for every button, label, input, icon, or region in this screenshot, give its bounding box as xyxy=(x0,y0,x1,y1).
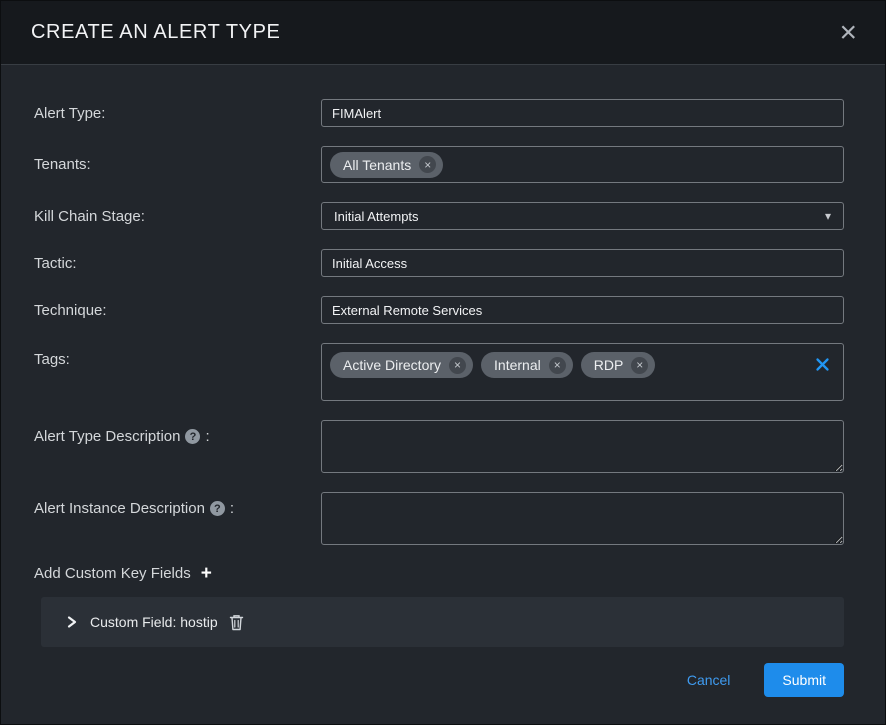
tactic-label: Tactic: xyxy=(34,255,321,272)
kill-chain-stage-label: Kill Chain Stage: xyxy=(34,208,321,225)
chip-remove-icon[interactable]: × xyxy=(549,357,566,374)
technique-label: Technique: xyxy=(34,302,321,319)
clear-tags-icon[interactable] xyxy=(814,356,831,373)
help-icon[interactable]: ? xyxy=(210,501,225,516)
kill-chain-stage-value: Initial Attempts xyxy=(334,209,419,224)
tenant-chip-label: All Tenants xyxy=(343,155,411,175)
alert-type-input[interactable] xyxy=(321,99,844,127)
tags-label: Tags: xyxy=(34,343,321,368)
alert-type-description-row: Alert Type Description ? : xyxy=(34,420,844,473)
alert-instance-description-label: Alert Instance Description xyxy=(34,500,205,517)
modal-title: CREATE AN ALERT TYPE xyxy=(31,21,281,44)
chevron-right-icon[interactable] xyxy=(65,615,79,629)
chip-remove-icon[interactable]: × xyxy=(419,156,436,173)
alert-type-description-input[interactable] xyxy=(321,420,844,473)
submit-button[interactable]: Submit xyxy=(764,663,844,697)
tag-chip-label: RDP xyxy=(594,355,624,375)
technique-row: Technique: xyxy=(34,296,844,324)
modal-body: Alert Type: Tenants: All Tenants × Kill … xyxy=(1,65,885,697)
cancel-button[interactable]: Cancel xyxy=(681,671,737,689)
tenants-row: Tenants: All Tenants × xyxy=(34,146,844,183)
modal-actions: Cancel Submit xyxy=(34,663,844,697)
tenant-chip: All Tenants × xyxy=(330,152,443,178)
tag-chip: Active Directory × xyxy=(330,352,473,378)
tag-chip: Internal × xyxy=(481,352,573,378)
custom-field-label: Custom Field: hostip xyxy=(90,614,218,630)
kill-chain-stage-select[interactable]: Initial Attempts ▾ xyxy=(321,202,844,230)
help-icon[interactable]: ? xyxy=(185,429,200,444)
tenants-input[interactable]: All Tenants × xyxy=(321,146,844,183)
tags-row: Tags: Active Directory × Internal × RDP … xyxy=(34,343,844,401)
technique-input[interactable] xyxy=(321,296,844,324)
modal-header: CREATE AN ALERT TYPE × xyxy=(1,1,885,65)
create-alert-type-modal: CREATE AN ALERT TYPE × Alert Type: Tenan… xyxy=(0,0,886,725)
custom-key-fields-section: Add Custom Key Fields + xyxy=(34,564,844,583)
alert-type-description-colon: : xyxy=(205,428,209,445)
alert-instance-description-input[interactable] xyxy=(321,492,844,545)
tactic-input[interactable] xyxy=(321,249,844,277)
custom-field-item[interactable]: Custom Field: hostip xyxy=(41,597,844,647)
tags-input[interactable]: Active Directory × Internal × RDP × xyxy=(321,343,844,401)
trash-icon[interactable] xyxy=(229,614,244,631)
tenants-label: Tenants: xyxy=(34,156,321,173)
kill-chain-stage-row: Kill Chain Stage: Initial Attempts ▾ xyxy=(34,202,844,230)
tag-chip: RDP × xyxy=(581,352,656,378)
close-icon[interactable]: × xyxy=(835,18,861,48)
chevron-down-icon: ▾ xyxy=(825,210,831,222)
alert-instance-description-row: Alert Instance Description ? : xyxy=(34,492,844,545)
alert-instance-description-colon: : xyxy=(230,500,234,517)
tag-chip-label: Internal xyxy=(494,355,541,375)
alert-type-description-label: Alert Type Description xyxy=(34,428,180,445)
alert-type-label: Alert Type: xyxy=(34,105,321,122)
chip-remove-icon[interactable]: × xyxy=(449,357,466,374)
tactic-row: Tactic: xyxy=(34,249,844,277)
chip-remove-icon[interactable]: × xyxy=(631,357,648,374)
tag-chip-label: Active Directory xyxy=(343,355,441,375)
alert-type-row: Alert Type: xyxy=(34,99,844,127)
plus-icon[interactable]: + xyxy=(201,564,212,583)
custom-key-fields-label: Add Custom Key Fields xyxy=(34,565,191,582)
